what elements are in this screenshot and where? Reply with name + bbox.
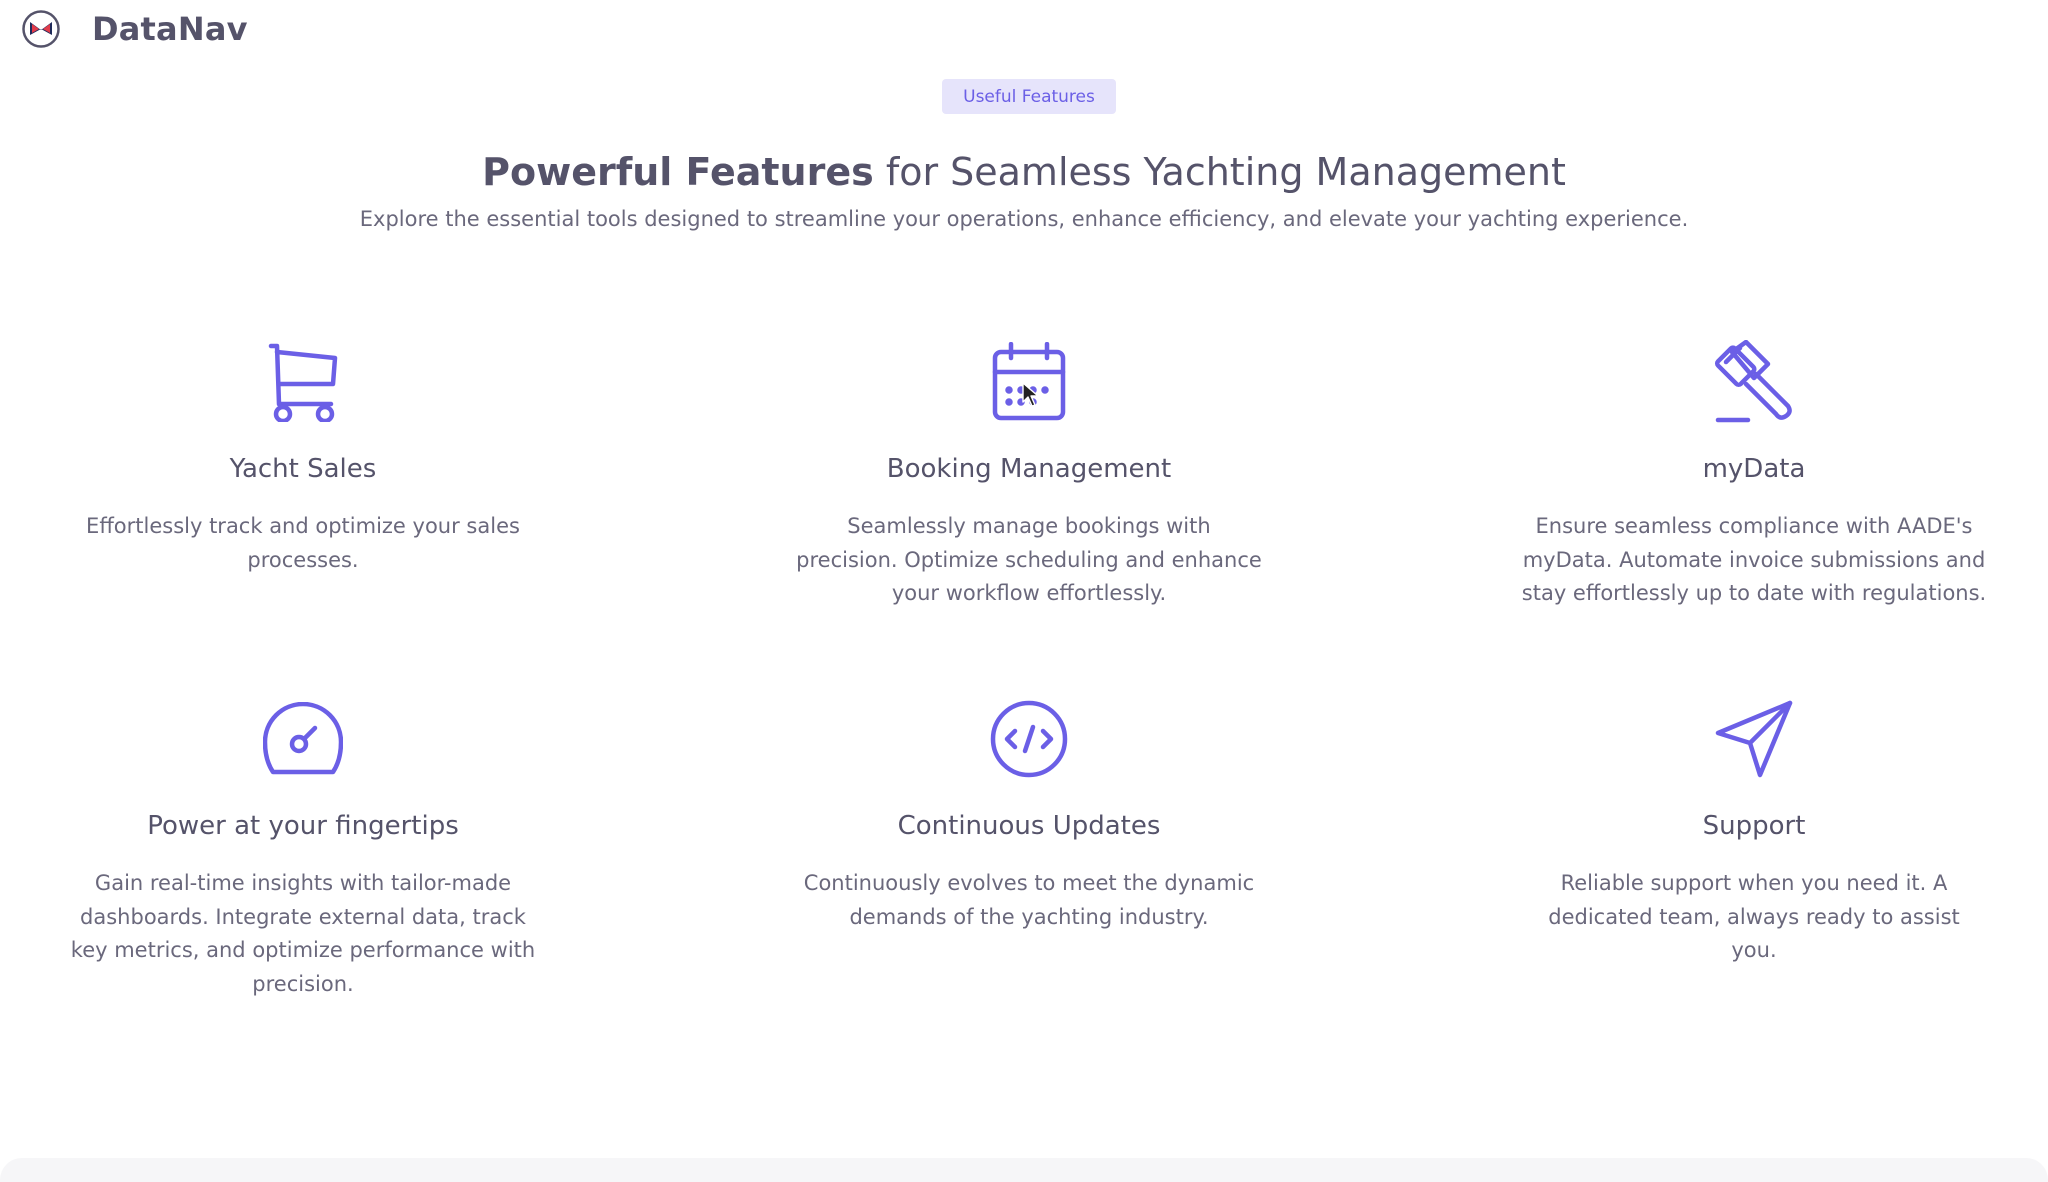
- feature-description: Effortlessly track and optimize your sal…: [86, 514, 520, 572]
- feature-card-yacht-sales: Yacht Sales Effortlessly track and optim…: [23, 340, 583, 577]
- feature-title: Booking Management: [886, 454, 1172, 484]
- paper-plane-icon: [1712, 697, 1796, 781]
- feature-title: Yacht Sales: [229, 454, 377, 484]
- shopping-cart-icon: [261, 340, 345, 424]
- brand-logo-icon[interactable]: [22, 10, 60, 48]
- feature-card-booking-management: Booking Management Seamlessly manage boo…: [749, 340, 1309, 611]
- feature-title: Power at your fingertips: [147, 811, 459, 841]
- feature-description: Ensure seamless compliance with AADE's m…: [1521, 514, 1987, 605]
- section-subtitle: Explore the essential tools designed to …: [359, 207, 1689, 231]
- feature-card-support: Support Reliable support when you need i…: [1474, 697, 2034, 968]
- brand-name[interactable]: DataNav: [92, 10, 248, 48]
- headline-rest-text: for Seamless Yachting Management: [873, 150, 1566, 194]
- headline-emphasis: Powerful Features: [459, 150, 874, 199]
- feature-title: myData: [1702, 454, 1806, 484]
- feature-title: Continuous Updates: [897, 811, 1161, 841]
- feature-card-mydata: myData Ensure seamless compliance with A…: [1474, 340, 2034, 611]
- headline-emphasis-text: Powerful Features: [482, 150, 874, 194]
- gavel-icon: [1712, 340, 1796, 424]
- feature-description: Gain real-time insights with tailor-made…: [70, 871, 536, 996]
- mouse-cursor-icon: [1022, 382, 1039, 407]
- feature-card-continuous-updates: Continuous Updates Continuously evolves …: [749, 697, 1309, 934]
- features-page: DataNav Useful Features Powerful Feature…: [0, 0, 2048, 1182]
- feature-description: Continuously evolves to meet the dynamic…: [803, 871, 1255, 929]
- code-icon: [987, 697, 1071, 781]
- feature-card-power-at-your-fingertips: Power at your fingertips Gain real-time …: [23, 697, 583, 1001]
- site-header: DataNav: [22, 10, 248, 48]
- next-section-edge: [0, 1158, 2048, 1182]
- feature-title: Support: [1702, 811, 1806, 841]
- section-badge: Useful Features: [942, 79, 1116, 114]
- section-headline: Powerful Features for Seamless Yachting …: [0, 150, 2048, 199]
- feature-description: Reliable support when you need it. A ded…: [1548, 871, 1960, 962]
- gauge-icon: [261, 697, 345, 781]
- feature-description: Seamlessly manage bookings with precisio…: [796, 514, 1262, 605]
